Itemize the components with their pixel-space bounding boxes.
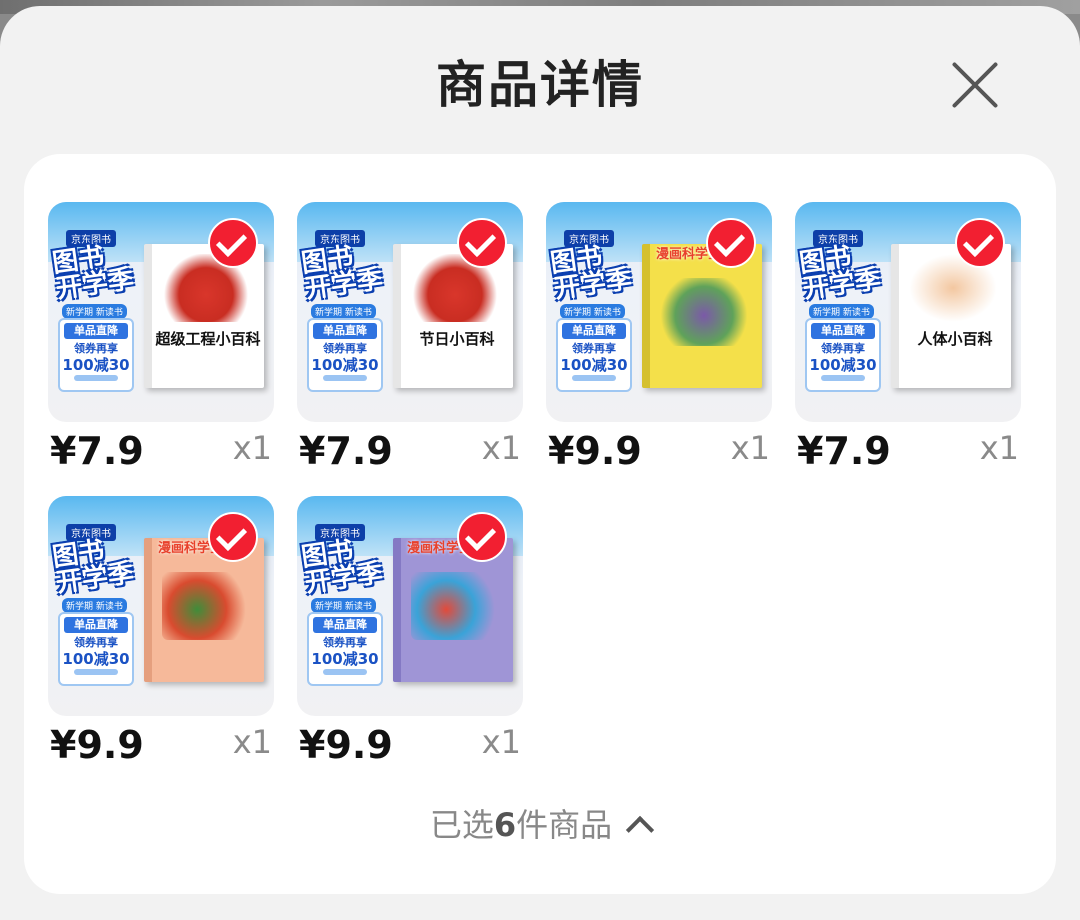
selected-check-icon[interactable] (457, 218, 507, 268)
promo-badge: 京东图书 图书 开学季 新学期 新读书 单品直降 领券再享 100减30 (300, 524, 399, 694)
promo-sub: 新学期 新读书 (809, 304, 874, 319)
item-quantity: x1 (730, 429, 770, 467)
item-price: ¥7.9 (797, 429, 891, 473)
promo-sub: 新学期 新读书 (62, 598, 127, 613)
promo-headline: 图书 开学季 (299, 535, 385, 599)
item-price: ¥7.9 (50, 429, 144, 473)
book-art (162, 572, 250, 640)
item-quantity: x1 (481, 429, 521, 467)
summary-prefix: 已选 (429, 806, 494, 844)
selected-count-toggle[interactable]: 已选6件商品 (24, 802, 1056, 848)
promo-sub: 新学期 新读书 (311, 304, 376, 319)
chevron-up-icon (625, 815, 655, 845)
book-title: 人体小百科 (899, 328, 1011, 350)
selected-check-icon[interactable] (706, 218, 756, 268)
promo-box: 单品直降 领券再享 100减30 (307, 612, 383, 686)
product-item[interactable]: 京东图书 图书 开学季 新学期 新读书 单品直降 领券再享 100减30 人体小百… (795, 202, 1021, 474)
promo-badge: 京东图书 图书 开学季 新学期 新读书 单品直降 领券再享 100减30 (51, 230, 150, 400)
product-item[interactable]: 京东图书 图书 开学季 新学期 新读书 单品直降 领券再享 100减30 节日小百… (297, 202, 523, 474)
promo-headline: 图书 开学季 (548, 241, 634, 305)
product-item[interactable]: 京东图书 图书 开学季 新学期 新读书 单品直降 领券再享 100减30 超级工程… (48, 202, 274, 474)
selected-check-icon[interactable] (955, 218, 1005, 268)
promo-badge: 京东图书 图书 开学季 新学期 新读书 单品直降 领券再享 100减30 (300, 230, 399, 400)
item-price: ¥9.9 (299, 723, 393, 767)
promo-headline: 图书 开学季 (50, 241, 136, 305)
book-title: 超级工程小百科 (152, 328, 264, 350)
book-cover: 漫画科学全知道 (393, 538, 513, 682)
selected-check-icon[interactable] (208, 218, 258, 268)
product-image: 京东图书 图书 开学季 新学期 新读书 单品直降 领券再享 100减30 超级工程… (48, 202, 274, 422)
product-image: 京东图书 图书 开学季 新学期 新读书 单品直降 领券再享 100减30 漫画科学… (48, 496, 274, 716)
promo-headline: 图书 开学季 (299, 241, 385, 305)
product-item[interactable]: 京东图书 图书 开学季 新学期 新读书 单品直降 领券再享 100减30 漫画科学… (48, 496, 274, 768)
item-quantity: x1 (232, 723, 272, 761)
summary-suffix: 件商品 (516, 806, 613, 844)
book-cover: 超级工程小百科 (144, 244, 264, 388)
item-price: ¥9.9 (548, 429, 642, 473)
book-cover: 人体小百科 (891, 244, 1011, 388)
summary-count: 6 (493, 806, 517, 844)
product-image: 京东图书 图书 开学季 新学期 新读书 单品直降 领券再享 100减30 漫画科学… (546, 202, 772, 422)
book-title: 节日小百科 (401, 328, 513, 350)
product-image: 京东图书 图书 开学季 新学期 新读书 单品直降 领券再享 100减30 漫画科学… (297, 496, 523, 716)
promo-sub: 新学期 新读书 (62, 304, 127, 319)
book-cover: 漫画科学全知道 (144, 538, 264, 682)
sheet-title: 商品详情 (436, 56, 644, 114)
item-quantity: x1 (481, 723, 521, 761)
item-price: ¥7.9 (299, 429, 393, 473)
book-art (411, 572, 499, 640)
product-item[interactable]: 京东图书 图书 开学季 新学期 新读书 单品直降 领券再享 100减30 漫画科学… (546, 202, 772, 474)
promo-badge: 京东图书 图书 开学季 新学期 新读书 单品直降 领券再享 100减30 (51, 524, 150, 694)
item-quantity: x1 (232, 429, 272, 467)
selected-check-icon[interactable] (457, 512, 507, 562)
item-quantity: x1 (979, 429, 1019, 467)
promo-sub: 新学期 新读书 (311, 598, 376, 613)
book-cover: 漫画科学全知道 (642, 244, 762, 388)
promo-box: 单品直降 领券再享 100减30 (58, 612, 134, 686)
product-image: 京东图书 图书 开学季 新学期 新读书 单品直降 领券再享 100减30 节日小百… (297, 202, 523, 422)
promo-headline: 图书 开学季 (797, 241, 883, 305)
product-item[interactable]: 京东图书 图书 开学季 新学期 新读书 单品直降 领券再享 100减30 漫画科学… (297, 496, 523, 768)
promo-badge: 京东图书 图书 开学季 新学期 新读书 单品直降 领券再享 100减30 (549, 230, 648, 400)
promo-box: 单品直降 领券再享 100减30 (805, 318, 881, 392)
item-price: ¥9.9 (50, 723, 144, 767)
book-art (660, 278, 748, 346)
promo-sub: 新学期 新读书 (560, 304, 625, 319)
promo-box: 单品直降 领券再享 100减30 (58, 318, 134, 392)
promo-headline: 图书 开学季 (50, 535, 136, 599)
product-image: 京东图书 图书 开学季 新学期 新读书 单品直降 领券再享 100减30 人体小百… (795, 202, 1021, 422)
close-icon[interactable] (948, 58, 1002, 112)
product-grid-card: 京东图书 图书 开学季 新学期 新读书 单品直降 领券再享 100减30 超级工程… (24, 154, 1056, 894)
promo-badge: 京东图书 图书 开学季 新学期 新读书 单品直降 领券再享 100减30 (798, 230, 897, 400)
promo-box: 单品直降 领券再享 100减30 (307, 318, 383, 392)
selected-check-icon[interactable] (208, 512, 258, 562)
book-cover: 节日小百科 (393, 244, 513, 388)
promo-box: 单品直降 领券再享 100减30 (556, 318, 632, 392)
